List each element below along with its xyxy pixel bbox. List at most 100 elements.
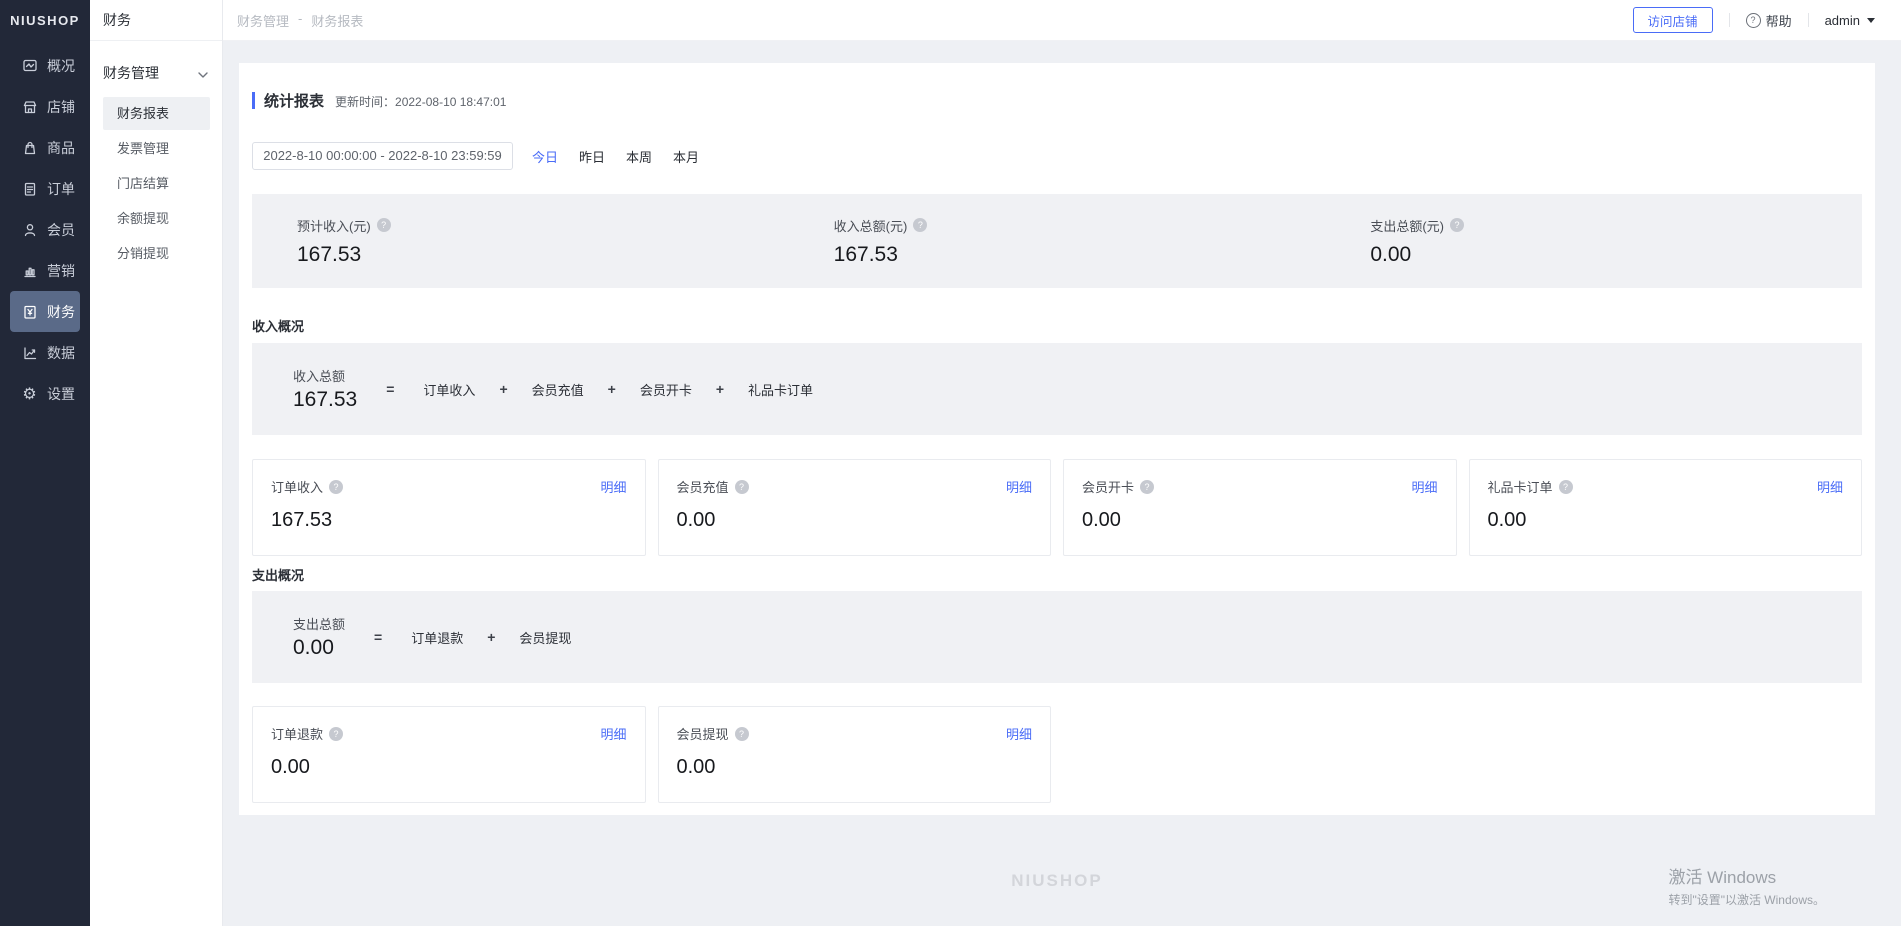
- sidebar-item-label: 设置: [47, 384, 75, 404]
- card-label: 订单收入: [271, 477, 323, 496]
- sidebar-item-label: 会员: [47, 220, 75, 240]
- tab-this-month[interactable]: 本月: [673, 147, 699, 166]
- formula-total-label: 支出总额: [293, 614, 345, 633]
- question-icon[interactable]: ?: [913, 218, 927, 232]
- sidebar-item-members[interactable]: 会员: [10, 209, 80, 250]
- chevron-down-icon: [198, 65, 208, 81]
- shop-icon: [21, 98, 38, 115]
- formula-term: 订单收入: [423, 380, 475, 399]
- updated-time: 更新时间：2022-08-10 18:47:01: [335, 91, 506, 110]
- formula-term: 会员提现: [519, 628, 571, 647]
- question-icon[interactable]: ?: [1450, 218, 1464, 232]
- sidebar-item-label: 概况: [47, 56, 75, 76]
- tab-yesterday[interactable]: 昨日: [579, 147, 605, 166]
- report-panel: 统计报表 更新时间：2022-08-10 18:47:01 2022-8-10 …: [239, 63, 1875, 815]
- submenu-item-store-settlement[interactable]: 门店结算: [103, 167, 210, 200]
- detail-link[interactable]: 明细: [1817, 477, 1843, 496]
- card-value: 0.00: [1082, 509, 1438, 532]
- formula-term: 礼品卡订单: [748, 380, 813, 399]
- plus-sign: +: [716, 381, 724, 397]
- topbar-actions: 访问店铺 ? 帮助 admin: [1633, 7, 1875, 33]
- sidebar-item-shop[interactable]: 店铺: [10, 86, 80, 127]
- report-title-row: 统计报表 更新时间：2022-08-10 18:47:01: [252, 63, 1862, 111]
- expense-heading: 支出概况: [252, 565, 1862, 584]
- submenu-item-financial-report[interactable]: 财务报表: [103, 97, 210, 130]
- card-label: 会员开卡: [1082, 477, 1134, 496]
- filter-row: 2022-8-10 00:00:00 - 2022-8-10 23:59:59 …: [252, 142, 1862, 170]
- sidebar-item-goods[interactable]: 商品: [10, 127, 80, 168]
- detail-link[interactable]: 明细: [600, 477, 626, 496]
- plus-sign: +: [487, 629, 495, 645]
- overview-icon: [21, 57, 38, 74]
- question-icon[interactable]: ?: [735, 480, 749, 494]
- sidebar-item-orders[interactable]: 订单: [10, 168, 80, 209]
- formula-total-value: 0.00: [293, 636, 345, 660]
- card-label: 礼品卡订单: [1488, 477, 1553, 496]
- tab-today[interactable]: 今日: [532, 147, 558, 166]
- app-root: NIUSHOP 概况 店铺 商品: [0, 0, 1901, 926]
- brand-logo[interactable]: NIUSHOP: [0, 0, 90, 42]
- date-range-input[interactable]: 2022-8-10 00:00:00 - 2022-8-10 23:59:59: [252, 142, 513, 170]
- stat-card-member-withdrawal: 会员提现 ? 明细 0.00: [658, 706, 1052, 803]
- card-label: 会员充值: [677, 477, 729, 496]
- equals-sign: =: [374, 629, 382, 645]
- summary-label: 支出总额(元): [1370, 216, 1444, 235]
- detail-link[interactable]: 明细: [1411, 477, 1437, 496]
- equals-sign: =: [386, 381, 394, 397]
- sidebar-item-finance[interactable]: 财务: [10, 291, 80, 332]
- question-icon[interactable]: ?: [1140, 480, 1154, 494]
- plus-sign: +: [499, 381, 507, 397]
- stat-card-member-card: 会员开卡 ? 明细 0.00: [1063, 459, 1457, 556]
- sidebar-item-label: 营销: [47, 261, 75, 281]
- divider: [1729, 13, 1730, 27]
- user-menu[interactable]: admin: [1825, 13, 1875, 28]
- submenu-group-finance-management[interactable]: 财务管理: [90, 51, 222, 95]
- income-heading: 收入概况: [252, 316, 1862, 335]
- detail-link[interactable]: 明细: [1006, 477, 1032, 496]
- visit-shop-button[interactable]: 访问店铺: [1633, 7, 1713, 33]
- breadcrumb-current: 财务报表: [311, 11, 363, 30]
- sidebar-item-settings[interactable]: ⚙ 设置: [10, 373, 80, 414]
- card-value: 0.00: [271, 756, 627, 779]
- primary-sidebar: NIUSHOP 概况 店铺 商品: [0, 0, 90, 926]
- formula-term: 会员充值: [532, 380, 584, 399]
- detail-link[interactable]: 明细: [1006, 724, 1032, 743]
- question-icon[interactable]: ?: [735, 727, 749, 741]
- card-value: 0.00: [677, 756, 1033, 779]
- marketing-icon: [21, 262, 38, 279]
- sidebar-item-label: 数据: [47, 343, 75, 363]
- sidebar-item-marketing[interactable]: 营销: [10, 250, 80, 291]
- footer-watermark: NIUSHOP: [1011, 871, 1102, 891]
- income-total: 收入总额 167.53: [293, 366, 357, 412]
- card-label: 会员提现: [677, 724, 729, 743]
- report-title: 统计报表: [264, 90, 324, 111]
- main-column: 财务管理 - 财务报表 访问店铺 ? 帮助 admin: [223, 0, 1901, 926]
- breadcrumb-separator: -: [298, 11, 302, 30]
- stat-card-order-income: 订单收入 ? 明细 167.53: [252, 459, 646, 556]
- activation-subtitle: 转到"设置"以激活 Windows。: [1668, 891, 1825, 908]
- formula-term: 订单退款: [411, 628, 463, 647]
- sidebar-item-overview[interactable]: 概况: [10, 45, 80, 86]
- goods-icon: [21, 139, 38, 156]
- submenu-item-distribution-withdrawal[interactable]: 分销提现: [103, 237, 210, 270]
- primary-nav-list: 概况 店铺 商品 订单: [0, 45, 90, 414]
- formula-term: 会员开卡: [640, 380, 692, 399]
- topbar: 财务管理 - 财务报表 访问店铺 ? 帮助 admin: [223, 0, 1901, 41]
- formula-total-value: 167.53: [293, 388, 357, 412]
- submenu-item-balance-withdrawal[interactable]: 余额提现: [103, 202, 210, 235]
- breadcrumb-parent: 财务管理: [237, 11, 289, 30]
- question-icon[interactable]: ?: [329, 480, 343, 494]
- expense-cards-row: 订单退款 ? 明细 0.00 会员提现 ? 明细 0.00: [252, 706, 1862, 803]
- sidebar-item-data[interactable]: 数据: [10, 332, 80, 373]
- help-button[interactable]: ? 帮助: [1746, 11, 1792, 30]
- caret-down-icon: [1867, 18, 1875, 23]
- question-icon[interactable]: ?: [329, 727, 343, 741]
- submenu-item-invoice-management[interactable]: 发票管理: [103, 132, 210, 165]
- question-icon[interactable]: ?: [1559, 480, 1573, 494]
- detail-link[interactable]: 明细: [600, 724, 626, 743]
- help-icon: ?: [1746, 13, 1761, 28]
- tab-this-week[interactable]: 本周: [626, 147, 652, 166]
- sidebar-item-label: 商品: [47, 138, 75, 158]
- summary-band: 预计收入(元) ? 167.53 收入总额(元) ? 167.53: [252, 194, 1862, 288]
- question-icon[interactable]: ?: [377, 218, 391, 232]
